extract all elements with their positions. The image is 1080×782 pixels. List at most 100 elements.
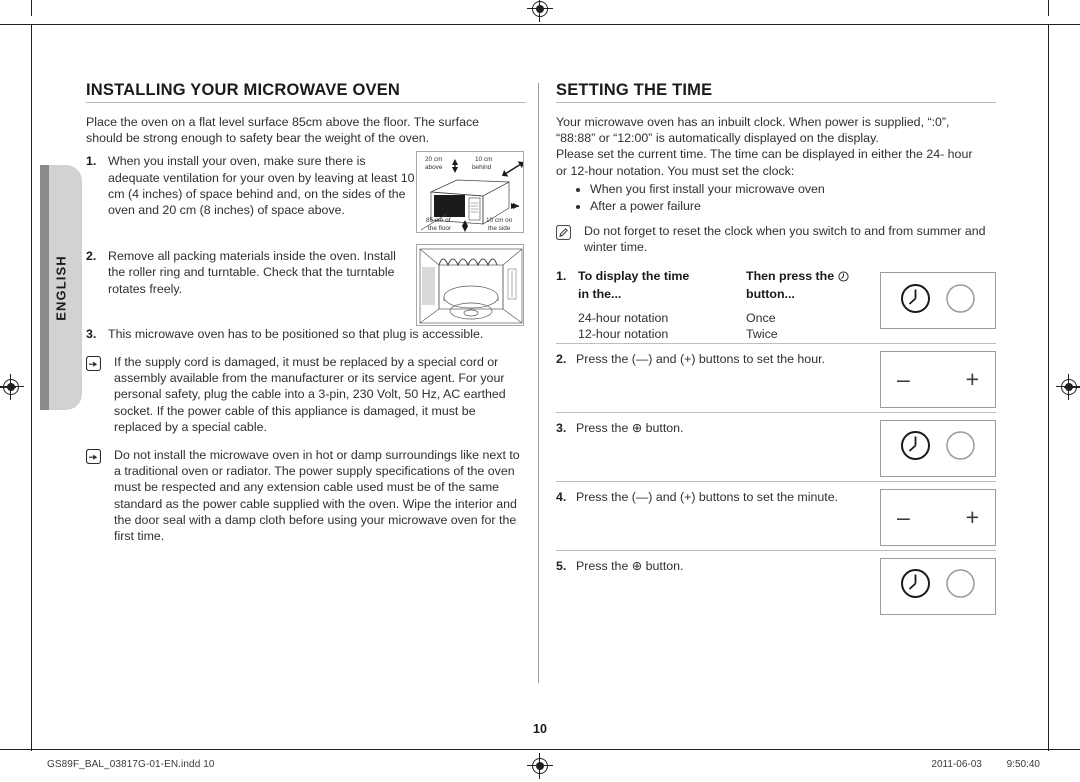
notation-row-1-presses: Twice: [746, 327, 778, 342]
list-item: When you first install your microwave ov…: [590, 181, 996, 199]
table-row: 12-hour notation Twice: [556, 326, 872, 343]
column-divider: [538, 83, 539, 683]
installing-intro: Place the oven on a flat level surface 8…: [86, 115, 480, 146]
svg-text:behind: behind: [472, 164, 492, 171]
clock-set-conditions: When you first install your microwave ov…: [556, 181, 996, 216]
set-time-step-3: 3. Press the ⊕ button.: [556, 411, 996, 481]
clock-button-panel[interactable]: [880, 419, 996, 477]
install-step-3-number: 3.: [86, 326, 97, 341]
clock-button-icon[interactable]: [900, 430, 931, 466]
set-time-step-2-text: Press the (—) and (+) buttons to set the…: [576, 351, 825, 366]
notation-header-col2-line2: button...: [746, 287, 795, 302]
pointing-hand-icon: [85, 447, 108, 469]
pencil-note-icon: [555, 223, 578, 245]
notation-header-col1-line2: in the...: [578, 287, 622, 302]
clock-button-panel[interactable]: [880, 272, 996, 330]
install-step-2-number: 2.: [86, 249, 97, 264]
svg-text:the side: the side: [488, 225, 511, 232]
page-title-setting-time: SETTING THE TIME: [556, 81, 713, 99]
svg-text:20 cm: 20 cm: [425, 156, 442, 163]
install-note-1: If the supply cord is damaged, it must b…: [85, 354, 524, 435]
set-time-step-2-body: 2. Press the (—) and (+) buttons to set …: [556, 351, 880, 367]
install-step-1-number: 1.: [86, 154, 97, 169]
svg-text:the floor: the floor: [428, 225, 452, 232]
title-underline-right: [556, 102, 996, 103]
install-note-2-text: Do not install the microwave oven in hot…: [114, 448, 520, 544]
plus-icon[interactable]: +: [966, 367, 979, 391]
set-time-step-1: 1. To display the time Then press the in…: [556, 265, 996, 343]
time-note: Do not forget to reset the clock when yo…: [555, 223, 994, 255]
set-time-step-1-body: 1. To display the time Then press the in…: [556, 268, 880, 343]
notation-row-0-presses: Once: [746, 310, 776, 325]
set-time-step-5-text: Press the ⊕ button.: [576, 558, 684, 573]
blank-button-icon[interactable]: [945, 283, 976, 319]
install-step-3-text: This microwave oven has to be positioned…: [108, 326, 484, 341]
side-tab-english: ENGLISH: [40, 165, 82, 410]
crop-mark-top-left: [31, 0, 32, 16]
plus-minus-button-panel[interactable]: – +: [880, 488, 996, 546]
install-step-2-text: Remove all packing materials inside the …: [108, 249, 396, 296]
blank-button-icon[interactable]: [945, 568, 976, 604]
time-intro-line-2: “88:88” or “12:00” is automatically disp…: [556, 131, 879, 146]
blank-button-icon[interactable]: [945, 430, 976, 466]
install-step-2: 2. Remove all packing materials inside t…: [86, 248, 416, 297]
print-footer: GS89F_BAL_03817G-01-EN.indd 10 2011-06-0…: [0, 751, 1080, 782]
set-time-step-3-body: 3. Press the ⊕ button.: [556, 420, 880, 436]
left-column: INSTALLING YOUR MICROWAVE OVEN Place the…: [85, 81, 526, 544]
svg-text:10 cm on: 10 cm on: [486, 217, 513, 224]
clearance-diagram-svg: 20 cm above 10 cm behind 85 cm of the fl…: [420, 156, 523, 232]
clock-button-icon[interactable]: [900, 568, 931, 604]
table-row: 24-hour notation Once: [556, 310, 872, 327]
set-time-step-4: 4. Press the (—) and (+) buttons to set …: [556, 480, 996, 550]
set-time-steps: 1. To display the time Then press the in…: [556, 265, 996, 619]
time-intro-line-1: Your microwave oven has an inbuilt clock…: [556, 115, 950, 129]
minus-icon[interactable]: –: [897, 367, 910, 391]
minus-icon[interactable]: –: [897, 505, 910, 529]
svg-text:85 cm of: 85 cm of: [426, 217, 451, 224]
notation-row-0-label: 24-hour notation: [578, 310, 669, 325]
notation-row-1-label: 12-hour notation: [578, 327, 669, 342]
page-frame: ENGLISH INSTALLING YOUR MICROWAVE OVEN P…: [0, 24, 1080, 751]
svg-text:10 cm: 10 cm: [475, 156, 492, 163]
install-step-1-text: When you install your oven, make sure th…: [108, 154, 415, 218]
title-underline-left: [86, 102, 526, 103]
notation-header-col1-line1: To display the time: [578, 269, 690, 284]
set-time-step-4-body: 4. Press the (—) and (+) buttons to set …: [556, 489, 880, 505]
set-time-step-3-number: 3.: [556, 420, 567, 435]
page-rule-right: [1048, 25, 1049, 751]
clock-button-icon[interactable]: [900, 283, 931, 319]
clock-icon: [838, 270, 849, 286]
notation-header-col2-line1: Then press the: [746, 268, 872, 286]
pointing-hand-icon: [85, 354, 108, 376]
side-tab-label: ENGLISH: [53, 254, 69, 321]
set-time-step-3-text: Press the ⊕ button.: [576, 420, 684, 435]
footer-date: 2011-06-03: [931, 759, 982, 770]
registration-mark-top: [527, 0, 553, 22]
set-time-step-2: 2. Press the (—) and (+) buttons to set …: [556, 342, 996, 412]
plus-minus-button-panel[interactable]: – +: [880, 350, 996, 408]
page-number: 10: [533, 722, 547, 736]
clearance-diagram: 20 cm above 10 cm behind 85 cm of the fl…: [416, 151, 524, 233]
set-time-step-1-number: 1.: [556, 269, 567, 284]
time-note-text: Do not forget to reset the clock when yo…: [584, 223, 986, 255]
plus-icon[interactable]: +: [966, 505, 979, 529]
oven-cavity-svg: [419, 248, 523, 324]
install-step-3: 3. This microwave oven has to be positio…: [86, 326, 524, 342]
time-intro-line-3: Please set the current time. The time ca…: [556, 147, 973, 162]
notation-table-header: 1. To display the time Then press the: [556, 268, 872, 286]
footer-filename: GS89F_BAL_03817G-01-EN.indd 10: [47, 759, 215, 770]
crop-mark-top-right: [1048, 0, 1049, 16]
notation-table-header-line2: in the... button...: [556, 286, 872, 302]
clock-button-panel[interactable]: [880, 557, 996, 615]
oven-cavity-diagram: [416, 244, 524, 326]
set-time-step-2-number: 2.: [556, 351, 567, 366]
set-time-step-5: 5. Press the ⊕ button.: [556, 549, 996, 619]
list-item: After a power failure: [590, 198, 996, 216]
set-time-step-5-body: 5. Press the ⊕ button.: [556, 558, 880, 574]
footer-timestamp: 2011-06-03 9:50:40: [909, 759, 1040, 770]
svg-text:above: above: [425, 164, 443, 171]
page-rule-left: [31, 25, 32, 751]
install-note-1-text: If the supply cord is damaged, it must b…: [114, 355, 506, 434]
